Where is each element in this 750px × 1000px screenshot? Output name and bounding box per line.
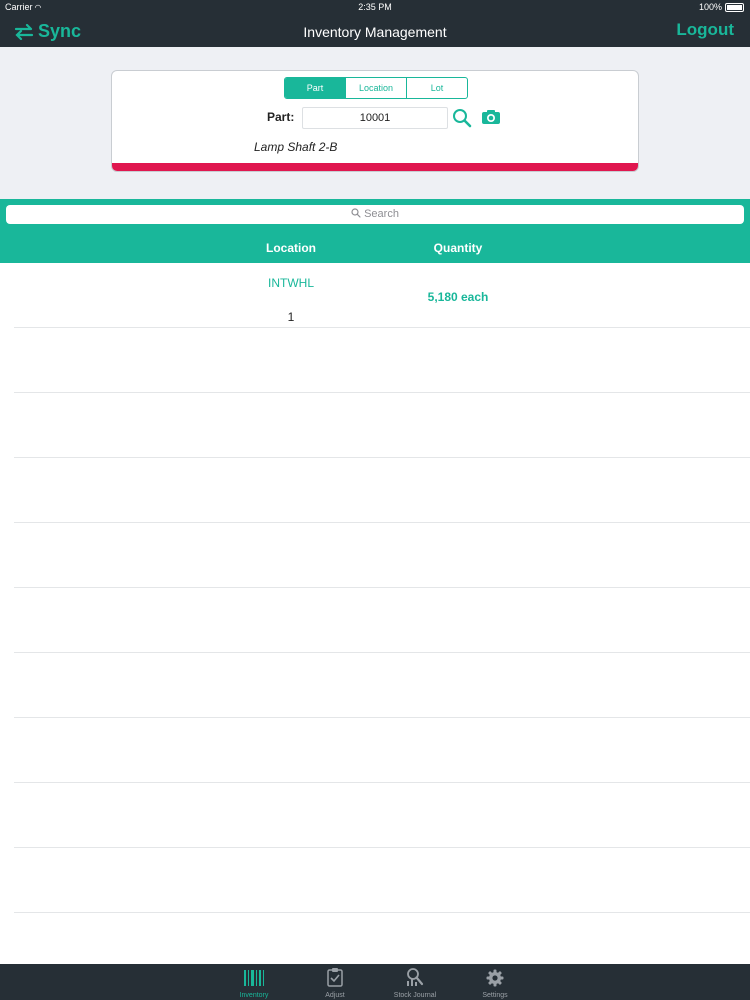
results-list: INTWHL 1 5,180 each [0, 263, 750, 913]
tab-stock-journal[interactable]: Stock Journal [375, 967, 455, 999]
part-number-field[interactable]: 10001 [302, 107, 448, 129]
search-button[interactable] [452, 108, 472, 133]
row-lot: 1 [287, 310, 295, 324]
empty-row [14, 523, 750, 588]
top-bar: Carrier ◠ 2:35 PM 100% Sync Inventory Man… [0, 0, 750, 47]
battery-label: 100% [698, 2, 722, 12]
table-row[interactable]: INTWHL 1 5,180 each [14, 263, 750, 328]
lookup-card: Part Location Lot Part: 10001 Lamp Shaft… [111, 70, 639, 172]
card-accent-bar [112, 163, 638, 171]
page-title: Inventory Management [303, 24, 447, 40]
segment-lot[interactable]: Lot [407, 78, 467, 98]
empty-row [14, 848, 750, 913]
camera-button[interactable] [481, 109, 501, 130]
empty-row [14, 393, 750, 458]
part-description: Lamp Shaft 2-B [254, 140, 338, 154]
tab-adjust[interactable]: Adjust [295, 967, 375, 999]
empty-row [14, 588, 750, 653]
search-input[interactable]: Search [6, 205, 744, 224]
status-battery: 100% [699, 2, 744, 12]
empty-row [14, 458, 750, 523]
search-placeholder: Search [364, 208, 399, 220]
segment-location[interactable]: Location [346, 78, 407, 98]
segment-part[interactable]: Part [285, 78, 346, 98]
tab-bar: Inventory Adjust Stock Journal Settings [0, 964, 750, 1000]
gear-icon [486, 969, 504, 987]
empty-row [14, 653, 750, 718]
clipboard-check-icon [327, 968, 343, 987]
tab-label-settings: Settings [482, 992, 508, 999]
results-header: Search Location Quantity [0, 199, 750, 263]
empty-row [14, 783, 750, 848]
logout-button[interactable]: Logout [676, 20, 734, 40]
column-header-quantity: Quantity [433, 241, 483, 255]
barcode-icon [244, 970, 264, 986]
camera-icon [482, 110, 500, 124]
magnifier-icon [453, 109, 472, 128]
tab-inventory[interactable]: Inventory [214, 967, 294, 999]
battery-icon [725, 2, 744, 12]
status-time: 2:35 PM [358, 2, 392, 12]
empty-row [14, 328, 750, 393]
part-label: Part: [267, 110, 295, 124]
tab-label-inventory: Inventory [239, 992, 269, 999]
search-icon [351, 208, 364, 220]
tab-label-stock-journal: Stock Journal [393, 992, 437, 999]
row-location: INTWHL [268, 276, 314, 290]
tab-label-adjust: Adjust [325, 992, 345, 999]
lookup-mode-segmented-control: Part Location Lot [284, 77, 468, 99]
tab-settings[interactable]: Settings [455, 967, 535, 999]
stock-journal-icon [407, 968, 424, 986]
row-quantity: 5,180 each [427, 290, 489, 304]
empty-row [14, 718, 750, 783]
